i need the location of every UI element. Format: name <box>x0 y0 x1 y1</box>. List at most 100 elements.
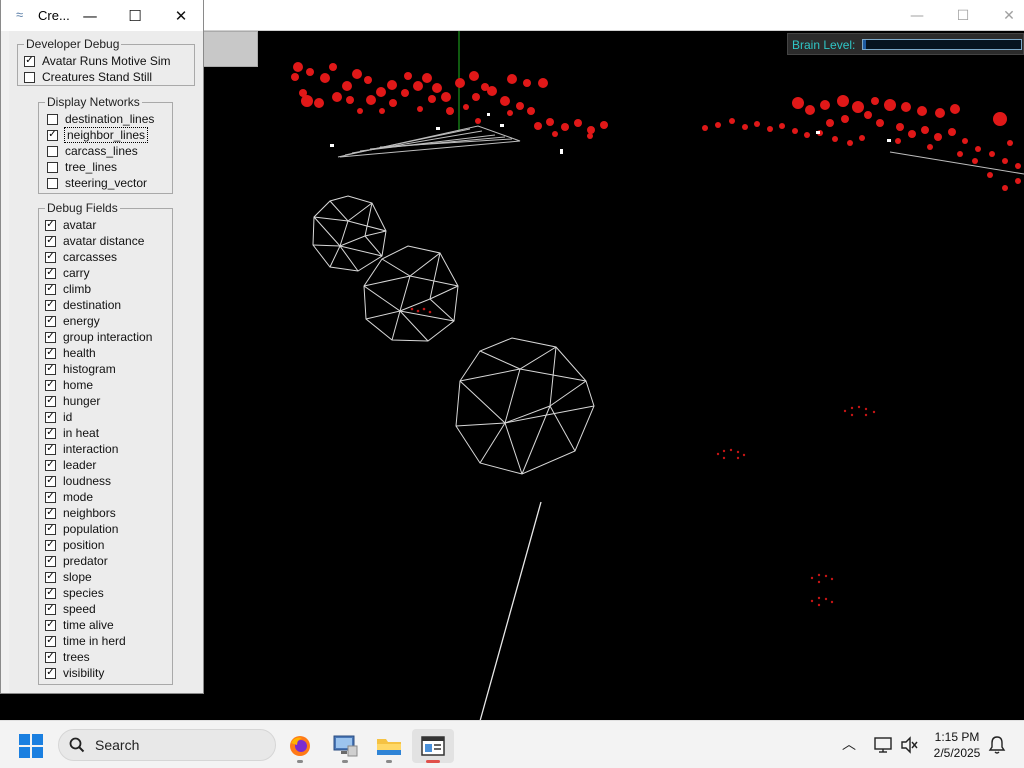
main-close-button[interactable]: ✕ <box>986 0 1024 31</box>
start-button[interactable] <box>19 734 43 758</box>
debug-field-id[interactable]: ✓ id <box>45 409 72 425</box>
checkbox[interactable]: ✓ <box>45 459 56 471</box>
checkbox[interactable] <box>47 177 58 189</box>
checkbox[interactable]: ✓ <box>45 491 56 503</box>
debug-field-group-interaction[interactable]: ✓ group interaction <box>45 329 152 345</box>
checkbox[interactable]: ✓ <box>45 539 56 551</box>
checkbox[interactable]: ✓ <box>45 347 56 359</box>
checkbox[interactable] <box>47 113 58 125</box>
dev-option-creatures-stand-still[interactable]: Creatures Stand Still <box>24 69 152 85</box>
debug-field-position[interactable]: ✓ position <box>45 537 104 553</box>
debug-field-time-alive[interactable]: ✓ time alive <box>45 617 114 633</box>
display-networks-group: Display Networks destination_lines ✓ neigh… <box>38 95 173 194</box>
brain-level-meter: Brain Level: <box>787 33 1024 55</box>
brain-level-bar <box>862 39 1022 50</box>
network-option-carcass-lines[interactable]: carcass_lines <box>47 143 138 159</box>
debug-field-carry[interactable]: ✓ carry <box>45 265 90 281</box>
checkbox[interactable] <box>24 71 35 83</box>
debug-field-carcasses[interactable]: ✓ carcasses <box>45 249 117 265</box>
debug-field-interaction[interactable]: ✓ interaction <box>45 441 118 457</box>
checkbox[interactable]: ✓ <box>45 251 56 263</box>
notification-bell-icon[interactable] <box>988 735 1006 755</box>
debug-field-visibility[interactable]: ✓ visibility <box>45 665 104 681</box>
checkbox[interactable]: ✓ <box>45 315 56 327</box>
debug-field-in-heat[interactable]: ✓ in heat <box>45 425 99 441</box>
checkbox[interactable] <box>47 145 58 157</box>
checkbox[interactable]: ✓ <box>47 129 58 141</box>
firefox-icon[interactable] <box>283 729 317 763</box>
debug-close-button[interactable]: ✕ <box>159 2 203 29</box>
checkbox-label: time alive <box>63 618 114 632</box>
debug-field-energy[interactable]: ✓ energy <box>45 313 100 329</box>
checkbox[interactable]: ✓ <box>45 411 56 423</box>
checkbox[interactable]: ✓ <box>45 651 56 663</box>
main-maximize-button[interactable]: ☐ <box>940 0 986 31</box>
checkbox[interactable]: ✓ <box>45 587 56 599</box>
debug-field-histogram[interactable]: ✓ histogram <box>45 361 116 377</box>
checkbox[interactable]: ✓ <box>45 331 56 343</box>
checkbox[interactable]: ✓ <box>45 219 56 231</box>
debug-field-slope[interactable]: ✓ slope <box>45 569 92 585</box>
network-option-tree-lines[interactable]: tree_lines <box>47 159 117 175</box>
checkbox[interactable]: ✓ <box>45 363 56 375</box>
checkbox[interactable] <box>47 161 58 173</box>
debug-field-climb[interactable]: ✓ climb <box>45 281 91 297</box>
debug-field-home[interactable]: ✓ home <box>45 377 93 393</box>
debug-field-population[interactable]: ✓ population <box>45 521 118 537</box>
network-option-neighbor-lines[interactable]: ✓ neighbor_lines <box>47 127 149 143</box>
checkbox[interactable]: ✓ <box>45 523 56 535</box>
checkbox[interactable]: ✓ <box>45 235 56 247</box>
checkbox[interactable]: ✓ <box>45 571 56 583</box>
debug-field-leader[interactable]: ✓ leader <box>45 457 96 473</box>
clock[interactable]: 1:15 PM 2/5/2025 <box>926 729 988 761</box>
checkbox-label: time in herd <box>63 634 126 648</box>
main-minimize-button[interactable]: — <box>894 0 940 31</box>
checkbox[interactable]: ✓ <box>45 667 56 679</box>
debug-field-species[interactable]: ✓ species <box>45 585 104 601</box>
show-hidden-icons-chevron[interactable]: ︿ <box>842 734 856 754</box>
taskbar: Search ︿ 1:15 PM 2/5/2025 <box>0 720 1024 768</box>
checkbox-label: group interaction <box>63 330 153 344</box>
creatures-app-icon[interactable] <box>412 729 454 763</box>
checkbox[interactable]: ✓ <box>45 299 56 311</box>
checkbox[interactable]: ✓ <box>45 395 56 407</box>
checkbox[interactable]: ✓ <box>45 635 56 647</box>
checkbox[interactable]: ✓ <box>45 443 56 455</box>
debug-minimize-button[interactable]: — <box>68 2 112 29</box>
checkbox[interactable]: ✓ <box>45 619 56 631</box>
debug-field-avatar-distance[interactable]: ✓ avatar distance <box>45 233 144 249</box>
checkbox[interactable]: ✓ <box>24 55 35 67</box>
debug-field-neighbors[interactable]: ✓ neighbors <box>45 505 116 521</box>
network-option-steering-vector[interactable]: steering_vector <box>47 175 147 191</box>
taskbar-search[interactable]: Search <box>58 729 276 761</box>
debug-field-trees[interactable]: ✓ trees <box>45 649 90 665</box>
checkbox[interactable]: ✓ <box>45 555 56 567</box>
remote-desktop-icon[interactable] <box>328 729 362 763</box>
volume-muted-icon[interactable] <box>900 736 918 754</box>
debug-field-health[interactable]: ✓ health <box>45 345 96 361</box>
checkbox[interactable]: ✓ <box>45 427 56 439</box>
debug-field-time-in-herd[interactable]: ✓ time in herd <box>45 633 126 649</box>
network-icon[interactable] <box>874 736 892 754</box>
network-option-destination-lines[interactable]: destination_lines <box>47 111 154 127</box>
clock-date: 2/5/2025 <box>933 746 981 760</box>
file-explorer-icon[interactable] <box>372 729 406 763</box>
debug-field-predator[interactable]: ✓ predator <box>45 553 108 569</box>
debug-field-destination[interactable]: ✓ destination <box>45 297 121 313</box>
debug-field-mode[interactable]: ✓ mode <box>45 489 93 505</box>
checkbox[interactable]: ✓ <box>45 267 56 279</box>
checkbox[interactable]: ✓ <box>45 507 56 519</box>
debug-window-titlebar[interactable]: ≈ Cre... — ☐ ✕ <box>1 0 203 31</box>
debug-maximize-button[interactable]: ☐ <box>113 2 157 29</box>
developer-debug-title: Developer Debug <box>24 37 122 51</box>
debug-field-avatar[interactable]: ✓ avatar <box>45 217 96 233</box>
debug-field-loudness[interactable]: ✓ loudness <box>45 473 111 489</box>
checkbox[interactable]: ✓ <box>45 283 56 295</box>
debug-field-hunger[interactable]: ✓ hunger <box>45 393 100 409</box>
checkbox[interactable]: ✓ <box>45 379 56 391</box>
debug-field-speed[interactable]: ✓ speed <box>45 601 96 617</box>
checkbox[interactable]: ✓ <box>45 475 56 487</box>
checkbox[interactable]: ✓ <box>45 603 56 615</box>
debug-window: ≈ Cre... — ☐ ✕ Developer Debug ✓ Avatar R… <box>0 0 204 694</box>
dev-option-avatar-runs-motive-sim[interactable]: ✓ Avatar Runs Motive Sim <box>24 53 171 69</box>
